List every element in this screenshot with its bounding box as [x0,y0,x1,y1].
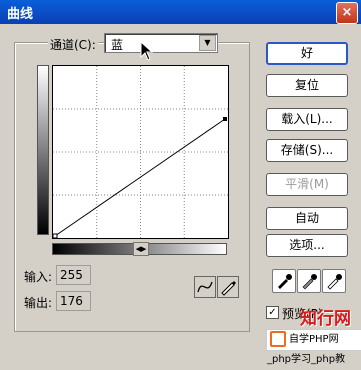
curve-point-end [223,117,227,121]
window-title: 曲线 [7,7,34,22]
channel-value: 蓝 [111,38,124,52]
watermark-bar: 自学PHP网_php学习_php教 [266,329,361,365]
curve-point-start [53,233,58,238]
reset-button[interactable]: 复位 [266,74,348,97]
input-label: 输入: [24,270,53,284]
title-bar: 曲线 × [0,0,361,24]
chevron-down-icon[interactable]: ▼ [199,35,216,51]
curve-line [54,118,226,237]
watermark-text: 知行网 [300,309,351,329]
ok-button[interactable]: 好 [266,42,348,65]
white-eyedropper-icon [327,274,342,290]
channel-select[interactable]: 蓝 ▼ [104,33,218,53]
gray-eyedropper-button[interactable] [297,269,321,293]
output-label: 输出: [24,296,53,310]
black-eyedropper-icon [278,274,292,289]
gray-eyedropper-icon [302,274,317,290]
save-button[interactable]: 存储(S)... [266,139,348,162]
close-button[interactable]: × [336,2,358,24]
load-button[interactable]: 载入(L)... [266,108,348,131]
output-gradient-bar [37,65,49,235]
auto-button[interactable]: 自动 [266,207,348,230]
mouse-cursor-icon [140,41,154,61]
output-value: 176 [56,291,91,311]
smooth-button[interactable]: 平滑(M) [266,173,348,196]
curve-tool-icon [197,281,213,293]
curve-tool-button[interactable] [194,276,216,298]
channel-label: 通道(C): [48,36,98,53]
curve-grid [53,66,228,238]
gradient-toggle-slider[interactable]: ◀▶ [133,242,149,256]
pencil-icon [221,281,236,296]
preview-checkbox[interactable]: ✓ [266,306,279,319]
pencil-tool-button[interactable] [217,276,239,298]
curve-graph[interactable] [52,65,229,239]
php-logo-icon [270,331,286,347]
options-button[interactable]: 选项... [266,234,348,257]
black-eyedropper-button[interactable] [272,269,296,293]
input-value: 255 [56,265,91,285]
white-eyedropper-button[interactable] [322,269,346,293]
